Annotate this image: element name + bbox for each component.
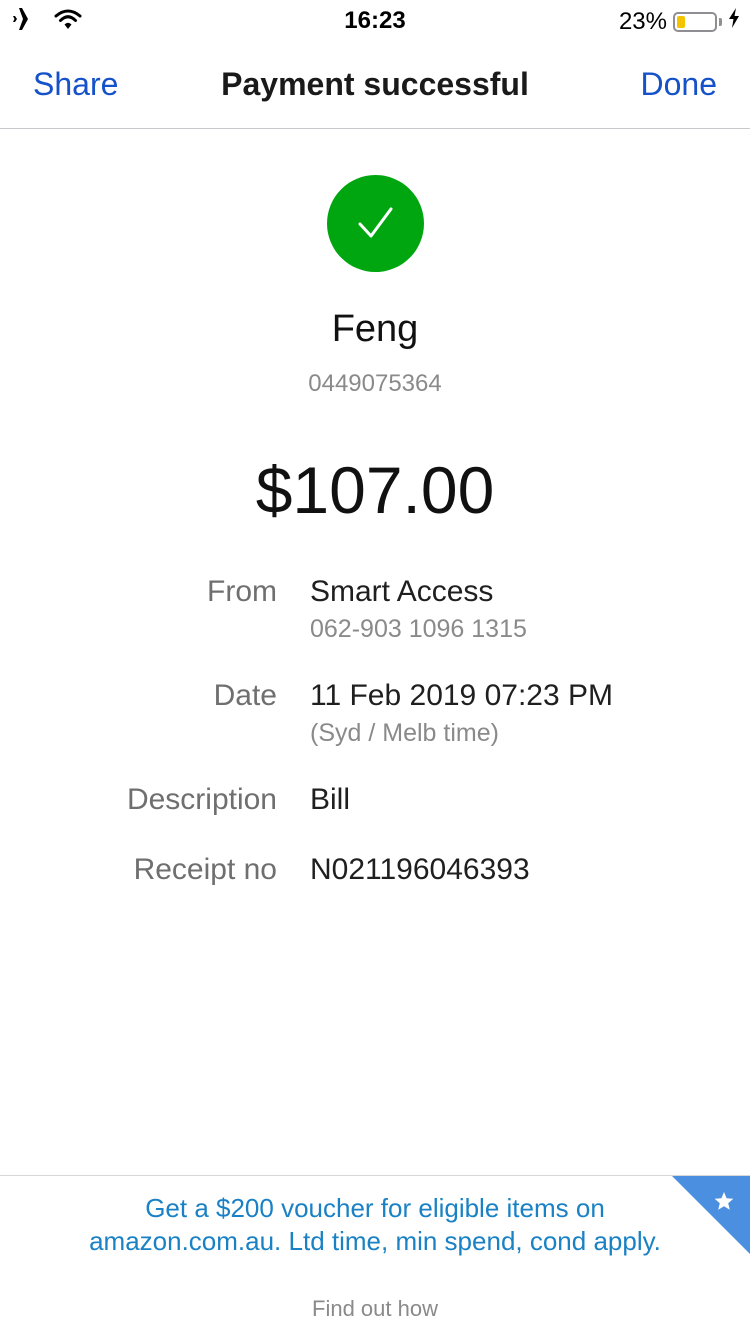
date-label: Date bbox=[213, 679, 277, 712]
from-account-number: 062-903 1096 1315 bbox=[310, 615, 527, 643]
from-label: From bbox=[207, 575, 277, 608]
battery-icon bbox=[673, 11, 717, 32]
description-label: Description bbox=[126, 783, 277, 816]
from-account-name: Smart Access bbox=[310, 575, 494, 608]
battery-level bbox=[677, 15, 685, 28]
status-right: 23% bbox=[619, 7, 740, 36]
page-title: Payment successful bbox=[221, 66, 529, 102]
date-value: 11 Feb 2019 07:23 PM bbox=[310, 679, 613, 712]
payee-number: 0449075364 bbox=[308, 370, 442, 397]
payee-name: Feng bbox=[331, 308, 419, 350]
promo-banner[interactable]: Get a $200 voucher for eligible items on… bbox=[0, 1175, 750, 1334]
payment-amount: $107.00 bbox=[255, 453, 495, 527]
promo-text: Get a $200 voucher for eligible items on… bbox=[89, 1193, 661, 1256]
star-icon bbox=[672, 1176, 750, 1254]
done-button[interactable]: Done bbox=[641, 66, 718, 103]
checkmark-icon bbox=[358, 207, 393, 238]
promo-link[interactable]: Find out how bbox=[0, 1296, 750, 1322]
description-value: Bill bbox=[310, 783, 351, 816]
battery-percent: 23% bbox=[618, 7, 667, 35]
success-badge bbox=[327, 175, 424, 272]
date-timezone: (Syd / Melb time) bbox=[310, 719, 499, 747]
receipt-number: N021196046393 bbox=[310, 853, 530, 886]
status-bar: 16:23 23% bbox=[0, 0, 750, 40]
receipt-label: Receipt no bbox=[133, 853, 277, 886]
charging-bolt-icon bbox=[728, 7, 740, 36]
nav-bar: Share Payment successful Done bbox=[0, 40, 750, 129]
battery-nub bbox=[719, 17, 722, 26]
